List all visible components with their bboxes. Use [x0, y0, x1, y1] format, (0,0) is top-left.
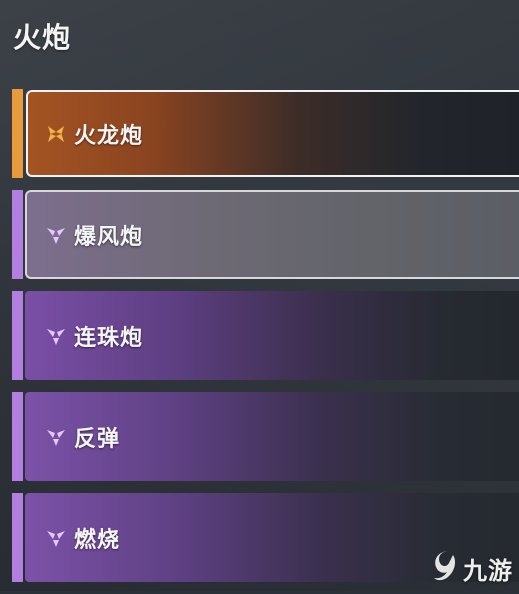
- item-label: 燃烧: [74, 527, 121, 553]
- cannon-list: 火龙炮 爆风炮 连珠炮 反弹 燃烧: [12, 89, 519, 594]
- rarity-bar: [12, 291, 23, 380]
- item-label: 反弹: [74, 426, 121, 452]
- watermark-text: 九游: [463, 556, 513, 585]
- cannon-item-lianzhupao[interactable]: 连珠炮: [12, 291, 519, 380]
- rarity-bar: [12, 392, 23, 481]
- j9-logo-icon: [431, 549, 461, 587]
- rarity-bar: [12, 190, 23, 279]
- rarity-bar: [12, 493, 23, 582]
- triangle-petal-icon: [45, 224, 67, 246]
- cannon-item-baofengpao[interactable]: 爆风炮: [12, 190, 519, 279]
- cannon-item-huolongpao[interactable]: 火龙炮: [12, 89, 519, 178]
- triangle-petal-icon: [45, 426, 67, 448]
- rarity-bar: [12, 89, 23, 178]
- page-title: 火炮: [13, 21, 72, 54]
- item-label: 火龙炮: [74, 123, 144, 149]
- cannon-item-fantan[interactable]: 反弹: [12, 392, 519, 481]
- item-label: 爆风炮: [74, 224, 144, 250]
- triangle-petal-icon: [45, 527, 67, 549]
- four-petal-icon: [45, 123, 67, 145]
- item-label: 连珠炮: [74, 325, 144, 351]
- watermark: 九游: [431, 549, 513, 587]
- triangle-petal-icon: [45, 325, 67, 347]
